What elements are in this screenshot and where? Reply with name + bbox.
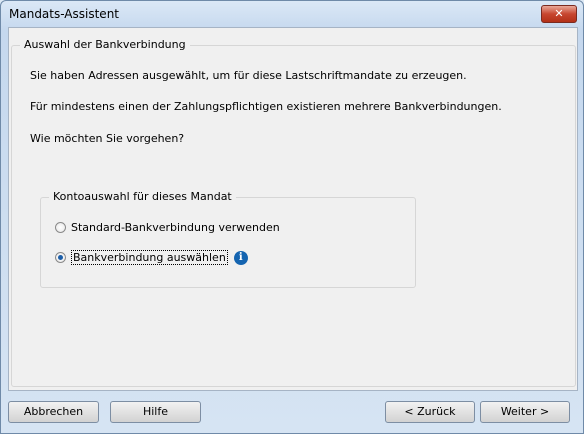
group-title: Auswahl der Bankverbindung (20, 38, 190, 51)
info-text-1: Sie haben Adressen ausgewählt, um für di… (30, 69, 467, 82)
cancel-button[interactable]: Abbrechen (8, 401, 99, 423)
bank-selection-group: Auswahl der Bankverbindung Sie haben Adr… (11, 38, 576, 387)
radio-select-account[interactable]: Bankverbindung auswählen i (55, 250, 248, 265)
back-button[interactable]: < Zurück (385, 401, 475, 423)
help-button[interactable]: Hilfe (110, 401, 201, 423)
info-icon[interactable]: i (233, 250, 248, 265)
radio-label[interactable]: Standard-Bankverbindung verwenden (71, 221, 280, 234)
radio-label[interactable]: Bankverbindung auswählen (71, 250, 228, 265)
radio-button[interactable] (55, 222, 66, 233)
next-button[interactable]: Weiter > (480, 401, 570, 423)
info-text-2: Für mindestens einen der Zahlungspflicht… (30, 100, 502, 113)
radio-button-checked[interactable] (55, 252, 66, 263)
dialog-content: Auswahl der Bankverbindung Sie haben Adr… (8, 27, 578, 391)
title-bar[interactable]: Mandats-Assistent ✕ (1, 1, 583, 27)
question-text: Wie möchten Sie vorgehen? (30, 132, 185, 145)
radio-standard-account[interactable]: Standard-Bankverbindung verwenden (55, 221, 280, 234)
account-selection-group: Kontoauswahl für dieses Mandat Standard-… (40, 190, 416, 288)
sub-group-title: Kontoauswahl für dieses Mandat (49, 190, 236, 203)
close-button[interactable]: ✕ (541, 5, 577, 23)
window-title: Mandats-Assistent (9, 7, 120, 21)
dialog-window: Mandats-Assistent ✕ Auswahl der Bankverb… (0, 0, 584, 434)
